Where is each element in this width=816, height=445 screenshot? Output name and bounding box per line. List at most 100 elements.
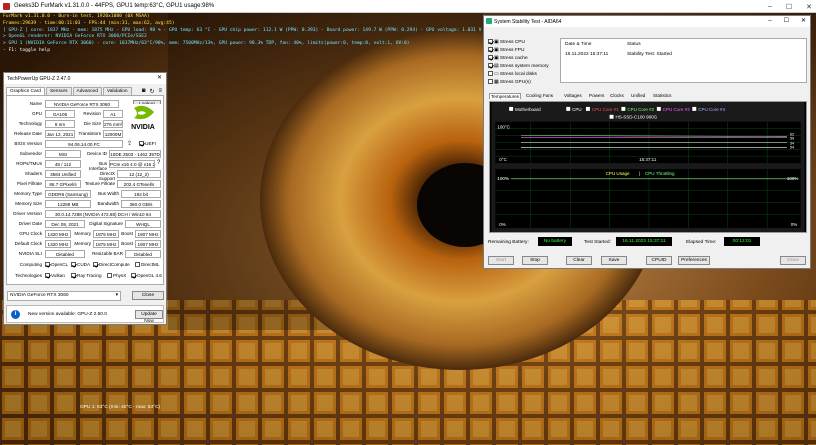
tab-voltages[interactable]: Voltages xyxy=(564,93,582,98)
tab-clocks[interactable]: Clocks xyxy=(610,93,624,98)
share-icon[interactable]: ⇪ xyxy=(127,140,132,147)
row-rops: ROPs/TMUs 48 / 112 Bus Interface PCIe x1… xyxy=(7,160,163,171)
close-icon[interactable]: ✕ xyxy=(157,74,162,81)
update-now-button[interactable]: Update Now xyxy=(135,310,163,324)
gpu-icon: ▦ xyxy=(494,79,499,85)
stress-fpu[interactable]: ▣ Stress FPU xyxy=(488,47,524,53)
tab-sensors[interactable]: Sensors xyxy=(45,87,72,95)
minimize-icon[interactable]: – xyxy=(768,16,771,27)
close-icon[interactable]: ✕ xyxy=(806,3,812,11)
label: Driver Date xyxy=(18,221,42,226)
stop-button[interactable]: Stop xyxy=(522,256,548,265)
save-button[interactable]: Save xyxy=(601,256,627,265)
battery-label: Remaining Battery: xyxy=(488,240,529,245)
disk-icon: ▭ xyxy=(494,71,499,77)
minimize-icon[interactable]: – xyxy=(768,3,772,10)
cpu-usage-graph xyxy=(495,168,801,229)
close-button[interactable]: Close xyxy=(132,291,164,300)
legend-swatch xyxy=(585,106,590,111)
directx-value: 12 (12_2) xyxy=(117,170,161,178)
clear-button[interactable]: Clear xyxy=(566,256,592,265)
driver-version-value: 30.0.14.7288 (NVIDIA 472.88) DCH / Win10… xyxy=(45,210,161,218)
fpu-icon: ▣ xyxy=(494,47,499,53)
label: Boost xyxy=(121,241,133,246)
maximize-icon[interactable]: ☐ xyxy=(786,3,792,11)
tab-statistics[interactable]: Statistics xyxy=(653,93,671,98)
uefi-checkbox: UEFI xyxy=(139,141,156,147)
window-controls: – ☐ ✕ xyxy=(768,0,812,13)
check-icon xyxy=(488,63,493,68)
help-icon[interactable]: ? xyxy=(157,160,160,166)
default-memory-value: 1875 MHz xyxy=(93,240,119,248)
stress-label: Stress GPU(s) xyxy=(499,79,531,85)
camera-icon[interactable]: ◙ xyxy=(142,88,146,95)
bandwidth-value: 360.0 GB/s xyxy=(121,200,161,208)
cpu-throttling-title: CPU Throttling xyxy=(645,171,675,176)
label: Pixel Fillrate xyxy=(16,181,42,186)
check-icon xyxy=(488,55,493,60)
gpuz-titlebar: TechPowerUp GPU-Z 2.47.0 ✕ xyxy=(4,73,166,84)
signature-value: WHQL xyxy=(125,220,161,228)
label: Digital Signature xyxy=(89,221,123,226)
refresh-icon[interactable]: ↻ xyxy=(149,88,154,95)
stress-gpu[interactable]: ▦ Stress GPU(s) xyxy=(488,79,531,85)
tech-physx: PhysX xyxy=(107,273,126,279)
tech-vulkan: Vulkan xyxy=(45,273,65,279)
driver-date-value: Dec 08, 2021 xyxy=(45,220,85,228)
cpuid-button[interactable]: CPUID xyxy=(646,256,672,265)
osd-line: > GPU 1 (NVIDIA GeForce RTX 3060) - core… xyxy=(3,41,410,47)
preferences-button[interactable]: Preferences xyxy=(678,256,710,265)
stress-label: Stress system memory xyxy=(499,63,549,69)
furmark-app-icon xyxy=(3,3,10,10)
label: Bus Width xyxy=(98,191,119,196)
check-icon xyxy=(488,79,493,84)
tab-graphics-card[interactable]: Graphics Card xyxy=(6,87,45,95)
feature-label: OpenCL xyxy=(51,262,69,267)
cpu-axis-top: 100% xyxy=(497,176,509,181)
device-id-value: 10DE 2503 - 1462 397D xyxy=(109,150,161,158)
feature-label: Vulkan xyxy=(51,273,65,278)
tab-powers[interactable]: Powers xyxy=(589,93,604,98)
stress-cpu[interactable]: ▣ Stress CPU xyxy=(488,39,525,45)
label: BIOS Version xyxy=(14,141,42,146)
legend-cpu: CPU xyxy=(572,107,582,112)
row-computing: Computing OpenCL CUDA DirectCompute Dire… xyxy=(7,261,163,270)
shaders-value: 3584 Unified xyxy=(45,170,81,178)
close-button[interactable]: Close xyxy=(780,256,806,265)
tab-cooling-fans[interactable]: Cooling Fans xyxy=(526,93,553,98)
status-header-status: Status xyxy=(627,42,641,47)
status-text: Stability Test: Started xyxy=(627,52,672,57)
gpu-select-value: NVIDIA GeForce RTX 3060 xyxy=(10,293,69,298)
close-icon[interactable]: ✕ xyxy=(801,16,806,27)
label: Name xyxy=(29,101,42,106)
feature-label: DirectCompute xyxy=(99,262,130,267)
tab-advanced[interactable]: Advanced xyxy=(72,87,102,95)
label: Bandwidth xyxy=(97,201,119,206)
stress-disks[interactable]: ▭ Stress local disks xyxy=(488,71,537,77)
memory-clock-value: 1875 MHz xyxy=(93,230,119,238)
temp-time-label: 15:37:11 xyxy=(639,157,657,162)
check-icon xyxy=(107,273,112,279)
cpu-usage-title: CPU Usage xyxy=(606,171,630,176)
tab-validation[interactable]: Validation xyxy=(102,87,132,95)
tab-unified[interactable]: Unified xyxy=(631,93,645,98)
stress-memory[interactable]: ▤ Stress system memory xyxy=(488,63,549,69)
menu-icon[interactable]: ≡ xyxy=(158,88,162,95)
maximize-icon[interactable]: ☐ xyxy=(784,16,789,27)
furmark-titlebar: Geeks3D FurMark v1.31.0.0 - 44FPS, GPU1 … xyxy=(0,0,816,13)
stress-cache[interactable]: ▣ Stress cache xyxy=(488,55,528,61)
name-value: NVIDIA GeForce RTX 3060 xyxy=(45,100,119,108)
legend-ssd: HS-SSD-C100 960G xyxy=(616,115,658,120)
sli-value: Disabled xyxy=(45,250,85,258)
row-sli: NVIDIA SLI Disabled Resizable BAR Disabl… xyxy=(7,250,163,259)
feature-label: CUDA xyxy=(77,262,91,267)
test-started-label: Test Started: xyxy=(584,240,611,245)
computing-opencl: OpenCL xyxy=(45,262,69,268)
label: NVIDIA SLI xyxy=(18,251,42,256)
furmark-osd: FurMark v1.31.0.0 - Burn-in test, 1920x1… xyxy=(3,14,481,55)
memory-type-value: GDDR6 (Samsung) xyxy=(45,190,91,198)
tab-temperatures[interactable]: Temperatures xyxy=(489,93,522,99)
start-button[interactable]: Start xyxy=(488,256,514,265)
resizable-bar-value: Disabled xyxy=(125,250,161,258)
gpu-select[interactable]: NVIDIA GeForce RTX 3060 ▾ xyxy=(7,291,121,301)
